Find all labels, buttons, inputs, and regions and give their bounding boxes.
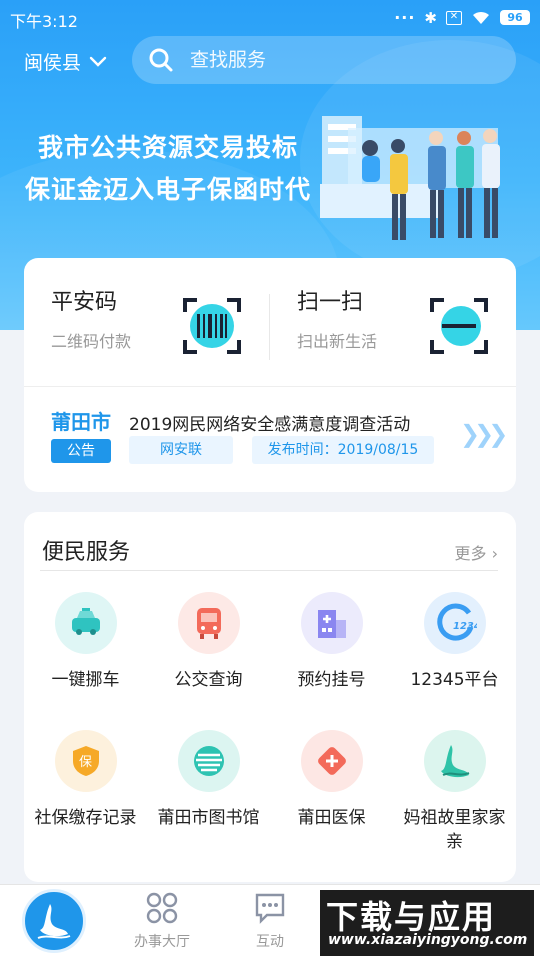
banner-headline-2[interactable]: 保证金迈入电子保函时代 [18,170,318,206]
battery-icon: 96 [500,10,530,25]
qa-subtitle: 扫出新生活 [297,332,378,351]
barcode-icon [183,298,241,354]
service-counter-illustration [320,116,500,240]
wifi-icon [473,11,489,24]
service-appointment[interactable]: 预约挂号 [270,592,393,708]
notice-logo: 莆田市 公告 [51,406,111,463]
notice-date: 发布时间：2019/08/15 [252,436,434,464]
bluetooth-icon: ✱ [424,8,437,27]
service-social-security[interactable]: 保 社保缴存记录 [24,730,147,846]
library-icon [177,730,240,792]
service-label: 一键挪车 [51,670,120,690]
search-bar[interactable] [132,36,516,84]
status-bar: 下午3:12 ··· ✱ ✕ 96 [0,0,540,36]
divider [24,386,516,387]
services-grid: 一键挪车 公交查询 预约挂号 12345 12345平台 保 社保缴存记录 [24,592,516,852]
services-card: 便民服务 更多 › 一键挪车 公交查询 预约挂号 12345 12345平台 [24,512,516,882]
watermark-url: www.xiazaiyingyong.com [328,932,528,948]
qa-title: 扫一扫 [297,290,364,315]
no-sim-icon: ✕ [446,10,462,25]
divider [40,570,498,571]
tab-service-hall[interactable]: 办事大厅 [122,891,202,951]
service-mazu-hometown[interactable]: 妈祖故里家家亲 [393,730,516,852]
service-label: 莆田医保 [297,808,366,828]
scan-icon [430,298,488,354]
search-input[interactable] [190,49,470,71]
more-dots-icon: ··· [394,8,416,27]
chevron-right-triple-icon[interactable]: ❯❯❯ [460,420,508,448]
chevron-down-icon [89,56,107,67]
tab-interaction[interactable]: 互动 [230,891,310,951]
scan-button[interactable]: 扫一扫 扫出新生活 [297,284,377,374]
tab-label: 办事大厅 [134,934,190,950]
service-label: 12345平台 [410,670,499,690]
grid-icon [146,892,178,924]
home-logo-icon [37,904,71,939]
services-heading: 便民服务 [42,540,131,565]
car-icon [54,592,117,654]
status-time: 下午3:12 [10,12,78,31]
shield-icon: 保 [54,730,117,792]
service-label: 莆田市图书馆 [157,808,260,828]
notice-headline[interactable]: 2019网民网络安全感满意度调查活动 [129,410,410,435]
banner-headline-1[interactable]: 我市公共资源交易投标 [18,128,318,164]
search-icon [149,48,173,72]
hotline-12345-icon: 12345 [423,592,486,654]
service-move-car[interactable]: 一键挪车 [24,592,147,708]
chat-icon [255,893,285,924]
notice-source: 网安联 [129,436,233,464]
hospital-icon [300,592,363,654]
qa-subtitle: 二维码付款 [51,332,132,351]
service-medical-insurance[interactable]: 莆田医保 [270,730,393,846]
ping-an-code-button[interactable]: 平安码 二维码付款 [51,284,131,374]
svg-text:12345: 12345 [453,621,477,632]
more-link[interactable]: 更多 › [455,540,499,564]
service-label: 公交查询 [174,670,243,690]
bus-icon [177,592,240,654]
city-name: 闽侯县 [24,52,82,74]
quick-actions-card: 平安码 二维码付款 扫一扫 扫出新生活 莆田市 公告 2019网民网络安全感满意… [24,258,516,492]
service-label: 预约挂号 [297,670,366,690]
service-bus-query[interactable]: 公交查询 [147,592,270,708]
mazu-icon [423,730,486,792]
more-label: 更多 [454,544,487,563]
service-library[interactable]: 莆田市图书馆 [147,730,270,846]
divider [269,294,270,360]
service-label: 社保缴存记录 [34,808,137,828]
notice-city-logo-text: 莆田市 [51,410,111,434]
notice-tag: 公告 [51,439,111,463]
tab-home[interactable] [22,889,86,953]
tab-label: 互动 [256,934,284,950]
medical-icon [300,730,363,792]
city-selector[interactable]: 闽侯县 [24,48,107,75]
service-label: 妈祖故里家家亲 [403,808,506,852]
service-12345[interactable]: 12345 12345平台 [393,592,516,708]
svg-text:保: 保 [79,755,92,770]
qa-title: 平安码 [51,290,118,315]
watermark-overlay: 下载与应用 www.xiazaiyingyong.com [320,890,534,956]
